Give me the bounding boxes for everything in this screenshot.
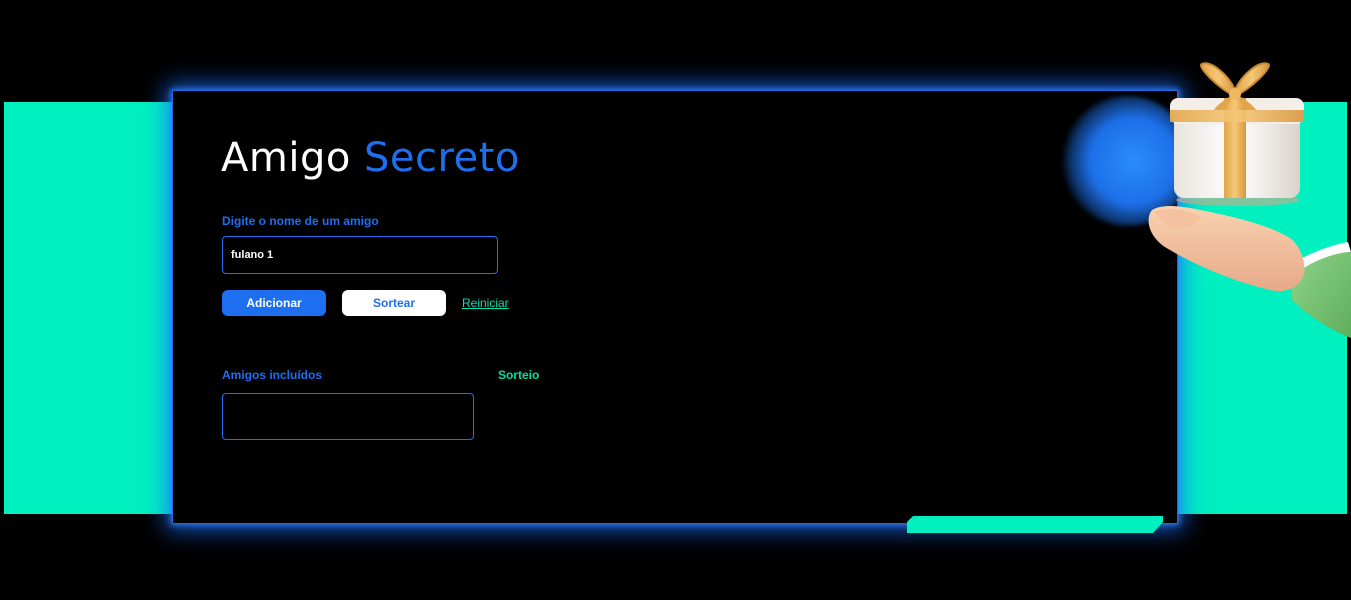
friend-name-input[interactable] (222, 236, 498, 274)
title-word-secreto: Secreto (364, 135, 520, 181)
friends-list-label: Amigos incluídos (222, 368, 323, 382)
decorative-tab-strip (907, 516, 1163, 533)
add-button[interactable]: Adicionar (222, 290, 326, 316)
title-word-amigo: Amigo (221, 135, 351, 181)
page-title: Amigo Secreto (221, 132, 520, 184)
friend-name-label: Digite o nome de um amigo (222, 214, 379, 228)
draw-button[interactable]: Sortear (342, 290, 446, 316)
gift-on-hand-icon (1148, 62, 1351, 338)
friends-list (222, 393, 474, 440)
page: Amigo Secreto Digite o nome de um amigo … (0, 0, 1351, 600)
reset-link[interactable]: Reiniciar (462, 296, 509, 310)
result-label: Sorteio (498, 368, 540, 382)
